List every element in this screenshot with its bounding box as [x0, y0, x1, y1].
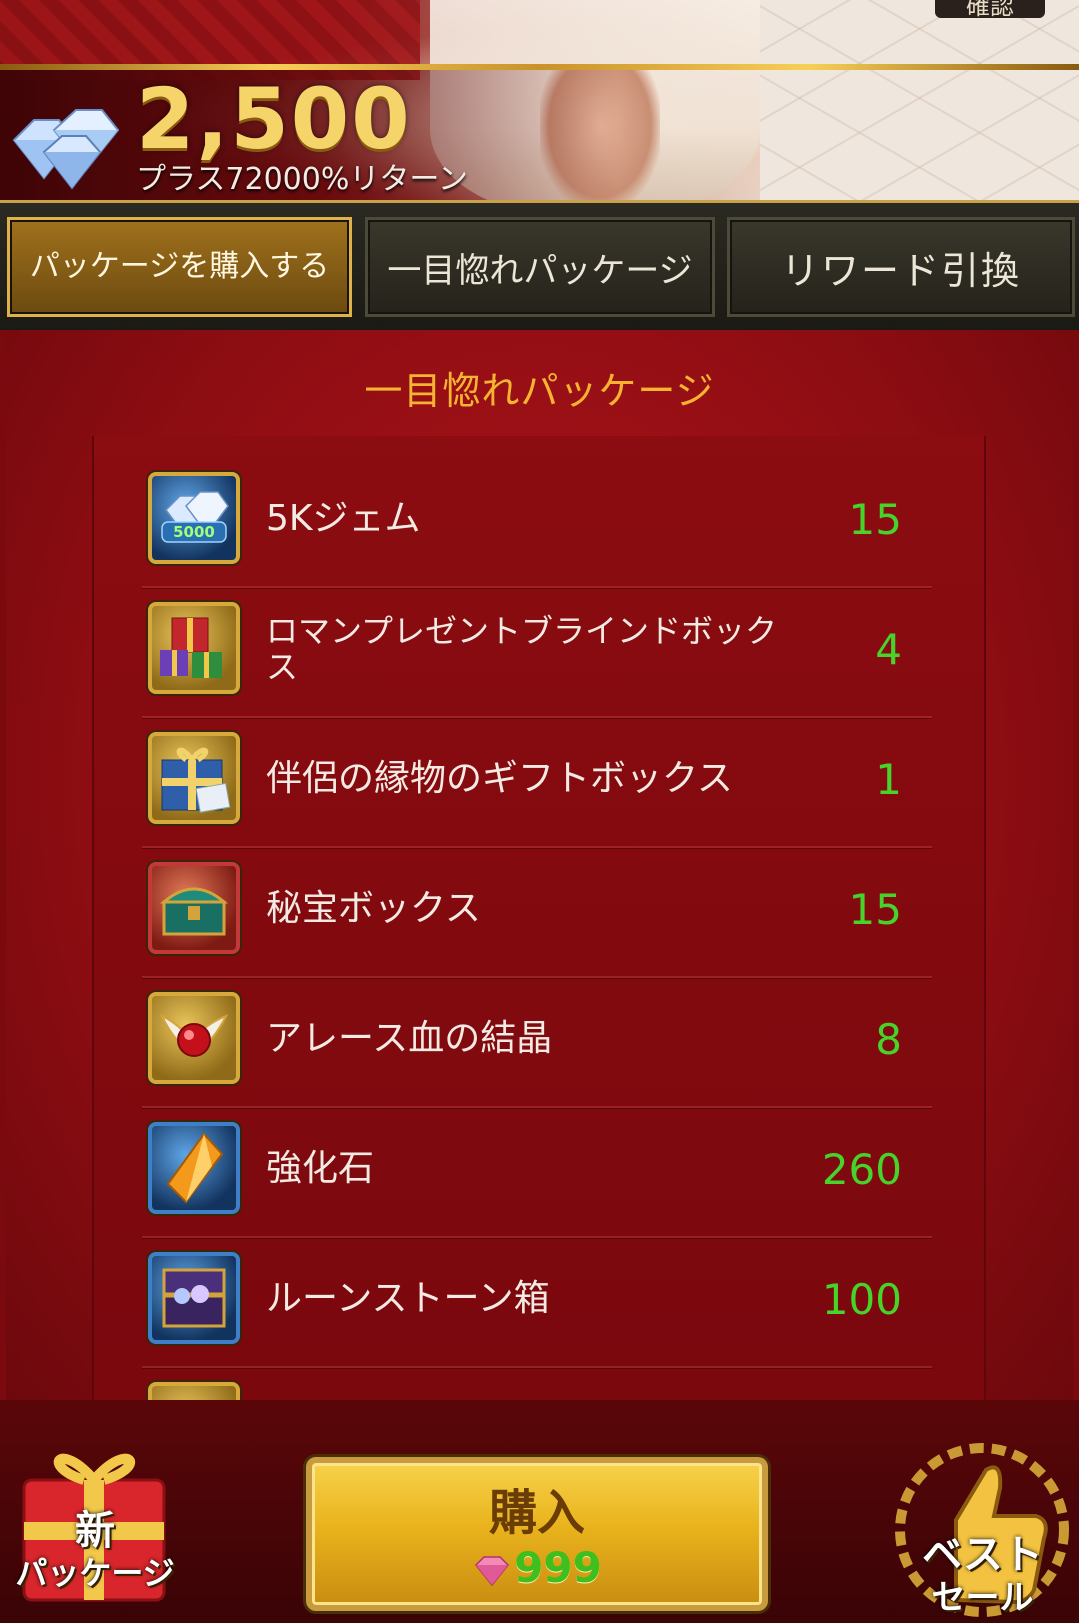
buy-button[interactable]: 購入 999 — [306, 1457, 768, 1611]
tab-reward-exchange[interactable]: リワード引換 — [727, 217, 1075, 317]
tab-love-package[interactable]: 一目惚れパッケージ — [365, 217, 715, 317]
list-item: 強化石 260 — [142, 1102, 932, 1238]
item-name: 強化石 — [266, 1148, 375, 1189]
buy-button-label: 購入 — [488, 1485, 585, 1541]
confirm-button[interactable]: 確認 — [935, 0, 1045, 20]
item-quantity: 260 — [821, 1144, 902, 1194]
list-item: 伴侶の縁物のギフトボックス 1 — [142, 712, 932, 848]
new-package-button[interactable]: 新 パッケージ — [0, 1430, 190, 1619]
buy-price-value: 999 — [514, 1543, 602, 1592]
tab-buy-package[interactable]: パッケージを購入する — [7, 217, 352, 317]
list-item: 秘宝ボックス 15 — [142, 842, 932, 978]
tab-bar: パッケージを購入する 一目惚れパッケージ リワード引換 — [0, 200, 1079, 333]
item-name: アレース血の結晶 — [266, 1018, 553, 1059]
item-name: ロマンプレゼントブラインドボックス — [266, 612, 778, 686]
item-quantity: 8 — [875, 1014, 902, 1064]
new-package-label-bottom: パッケージ — [15, 1554, 175, 1592]
gem-5000-icon: 5000 — [148, 472, 240, 564]
bonus-return-text: プラス72000%リターン — [136, 162, 468, 197]
gem-5000-badge: 5000 — [173, 523, 215, 541]
treasure-chest-icon — [148, 862, 240, 954]
item-name: 5Kジェム — [266, 498, 421, 539]
list-item: ロマンプレゼントブラインドボックス 4 — [142, 582, 932, 718]
buy-price: 999 — [312, 1543, 762, 1592]
item-name: 秘宝ボックス — [266, 888, 481, 929]
gift-pile-icon — [148, 602, 240, 694]
blood-crystal-icon — [148, 992, 240, 1084]
package-title: 一目惚れパッケージ — [364, 369, 715, 413]
item-quantity: 15 — [848, 494, 902, 544]
item-quantity: 4 — [875, 624, 902, 674]
item-quantity: 15 — [848, 884, 902, 934]
banner-floor-art — [760, 0, 1079, 215]
item-quantity: 1 — [875, 754, 902, 804]
best-sale-label-bottom: セール — [931, 1578, 1034, 1618]
blue-gift-box-icon — [148, 732, 240, 824]
item-name: 伴侶の縁物のギフトボックス — [266, 758, 733, 799]
list-item: 5000 5Kジェム 15 — [142, 452, 932, 588]
pink-gem-icon — [475, 1555, 510, 1586]
package-item-list[interactable]: 5000 5Kジェム 15 ロマンプレゼントブラインドボックス 4 伴侶の縁物の… — [92, 436, 986, 1440]
item-quantity: 100 — [821, 1274, 902, 1324]
list-item: アレース血の結晶 8 — [142, 972, 932, 1108]
item-name: ルーンストーン箱 — [266, 1278, 550, 1319]
list-item: ルーンストーン箱 100 — [142, 1232, 932, 1368]
best-sale-button[interactable]: ベスト セール — [886, 1430, 1079, 1619]
enhance-stone-icon — [148, 1122, 240, 1214]
diamond-cluster-icon — [12, 109, 120, 190]
rune-chest-icon — [148, 1252, 240, 1344]
